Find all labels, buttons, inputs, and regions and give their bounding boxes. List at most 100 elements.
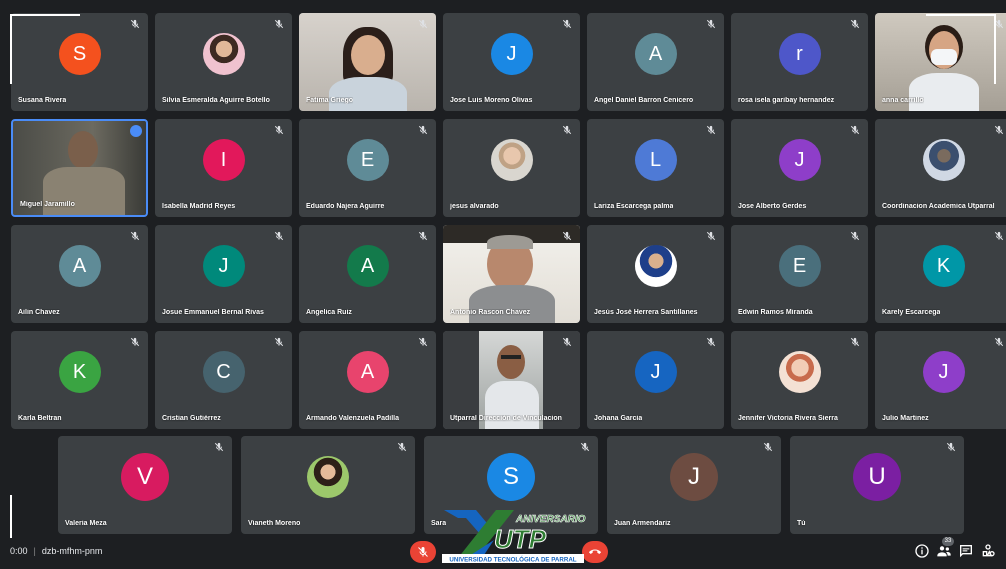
participant-name: Miguel Jaramillo: [20, 201, 75, 208]
mic-off-icon: [562, 337, 572, 347]
participant-tile[interactable]: Fatima Griego: [299, 13, 436, 111]
participant-name: Johana Garcia: [594, 415, 643, 422]
mic-off-icon: [994, 337, 1004, 347]
frame-corner: [10, 14, 12, 84]
logo-mark: UTP: [494, 524, 547, 554]
frame-corner: [994, 14, 996, 84]
participant-avatar: A: [346, 351, 389, 393]
participant-tile[interactable]: K Karla Beltran: [11, 331, 148, 429]
participant-tile[interactable]: r rosa isela garibay hernandez: [731, 13, 868, 111]
mic-off-icon: [850, 231, 860, 241]
participant-tile[interactable]: A Ailin Chavez: [11, 225, 148, 323]
mic-off-icon: [130, 231, 140, 241]
participant-name: Antonio Rascon Chavez: [450, 309, 531, 316]
mic-off-icon: [418, 231, 428, 241]
participant-name: Julio Martinez: [882, 415, 929, 422]
people-button[interactable]: 33: [936, 537, 954, 559]
participant-avatar: A: [346, 245, 389, 287]
mic-off-icon: [397, 442, 407, 452]
mic-off-icon: [850, 19, 860, 29]
participant-tile[interactable]: J Jose Luis Moreno Olivas: [443, 13, 580, 111]
meeting-info-button[interactable]: [914, 543, 930, 559]
participant-tile[interactable]: Miguel Jaramillo: [11, 119, 148, 217]
mic-off-icon: [274, 231, 284, 241]
chat-button[interactable]: [958, 543, 974, 559]
participant-tile[interactable]: J Julio Martinez: [875, 331, 1006, 429]
participant-name: Cristian Gutiérrez: [162, 415, 221, 422]
participant-avatar: S: [58, 33, 101, 75]
participant-name: Jose Luis Moreno Olivas: [450, 97, 533, 104]
participant-tile[interactable]: J Johana Garcia: [587, 331, 724, 429]
participant-avatar: K: [922, 245, 965, 287]
participant-tile[interactable]: anna carrillo: [875, 13, 1006, 111]
participant-name: Edwin Ramos Miranda: [738, 309, 813, 316]
participant-avatar: L: [634, 139, 677, 181]
participant-tile[interactable]: Silvia Esmeralda Aguirre Botello: [155, 13, 292, 111]
participant-tile[interactable]: E Eduardo Najera Aguirre: [299, 119, 436, 217]
participant-tile[interactable]: J Jose Alberto Gerdes: [731, 119, 868, 217]
mic-off-icon: [418, 337, 428, 347]
participant-avatar: A: [58, 245, 101, 287]
participant-count-badge: 33: [942, 537, 954, 546]
mic-off-icon: [130, 337, 140, 347]
participant-name: Jennifer Victoria Rivera Sierra: [738, 415, 838, 422]
participant-avatar: C: [202, 351, 245, 393]
participant-tile[interactable]: V Valeria Meza: [58, 436, 232, 534]
participant-name: Angel Daniel Barron Cenicero: [594, 97, 694, 104]
participant-tile[interactable]: Utparral Dirección de Vinculacion: [443, 331, 580, 429]
participant-tile[interactable]: Vianeth Moreno: [241, 436, 415, 534]
participant-photo-avatar: [202, 33, 245, 75]
info-icon: [915, 544, 929, 558]
participant-photo-avatar: [778, 351, 821, 393]
participant-tile[interactable]: J Josue Emmanuel Bernal Rivas: [155, 225, 292, 323]
participant-tile[interactable]: J Juan Armendariz: [607, 436, 781, 534]
participant-avatar: A: [634, 33, 677, 75]
mic-off-icon: [418, 547, 428, 557]
mic-toggle-button[interactable]: [410, 541, 436, 563]
participant-tile[interactable]: Antonio Rascon Chavez: [443, 225, 580, 323]
participant-name: Fatima Griego: [306, 97, 354, 104]
meeting-code: dzb-mfhm-pnm: [41, 546, 103, 556]
mic-off-icon: [562, 231, 572, 241]
meeting-details: 0:00 | dzb-mfhm-pnm: [10, 546, 103, 556]
mic-off-icon: [562, 125, 572, 135]
participant-tile[interactable]: C Cristian Gutiérrez: [155, 331, 292, 429]
participant-tile[interactable]: L Lariza Escarcega palma: [587, 119, 724, 217]
frame-corner: [10, 14, 80, 16]
participant-tile[interactable]: E Edwin Ramos Miranda: [731, 225, 868, 323]
participant-tile[interactable]: A Armando Valenzuela Padilla: [299, 331, 436, 429]
participant-name: anna carrillo: [882, 97, 924, 104]
mic-off-icon: [850, 337, 860, 347]
participant-tile[interactable]: A Angel Daniel Barron Cenicero: [587, 13, 724, 111]
participant-avatar: U: [853, 453, 901, 501]
participant-tile[interactable]: Jesús José Herrera Santillanes: [587, 225, 724, 323]
participant-name: Armando Valenzuela Padilla: [306, 415, 399, 422]
participant-name: Karla Beltran: [18, 415, 62, 422]
participant-tile[interactable]: S Susana Rivera: [11, 13, 148, 111]
mic-off-icon: [706, 125, 716, 135]
participant-avatar: E: [778, 245, 821, 287]
activities-button[interactable]: [980, 543, 996, 559]
participant-tile[interactable]: Coordinacion Academica Utparral: [875, 119, 1006, 217]
chat-icon: [960, 545, 972, 558]
participant-photo-avatar: [307, 456, 349, 498]
mic-off-icon: [706, 231, 716, 241]
mic-off-icon: [214, 442, 224, 452]
participant-avatar: J: [634, 351, 677, 393]
participant-tile[interactable]: U Tú: [790, 436, 964, 534]
participant-tile[interactable]: K Karely Escarcega: [875, 225, 1006, 323]
participant-tile[interactable]: I Isabella Madrid Reyes: [155, 119, 292, 217]
activities-icon: [982, 544, 995, 557]
participant-avatar: r: [778, 33, 821, 75]
participant-avatar: J: [778, 139, 821, 181]
participant-name: Eduardo Najera Aguirre: [306, 203, 385, 210]
participant-tile[interactable]: A Angelica Ruiz: [299, 225, 436, 323]
participant-photo-avatar: [922, 139, 965, 181]
participant-avatar: J: [922, 351, 965, 393]
participant-name: Susana Rivera: [18, 97, 67, 104]
participant-name: Isabella Madrid Reyes: [162, 203, 236, 210]
utp-anniversary-logo: ANIVERSARIO UTP UNIVERSIDAD TECNOLÓGICA …: [436, 500, 590, 564]
participant-tile[interactable]: jesus alvarado: [443, 119, 580, 217]
participant-tile[interactable]: Jennifer Victoria Rivera Sierra: [731, 331, 868, 429]
participant-avatar: K: [58, 351, 101, 393]
